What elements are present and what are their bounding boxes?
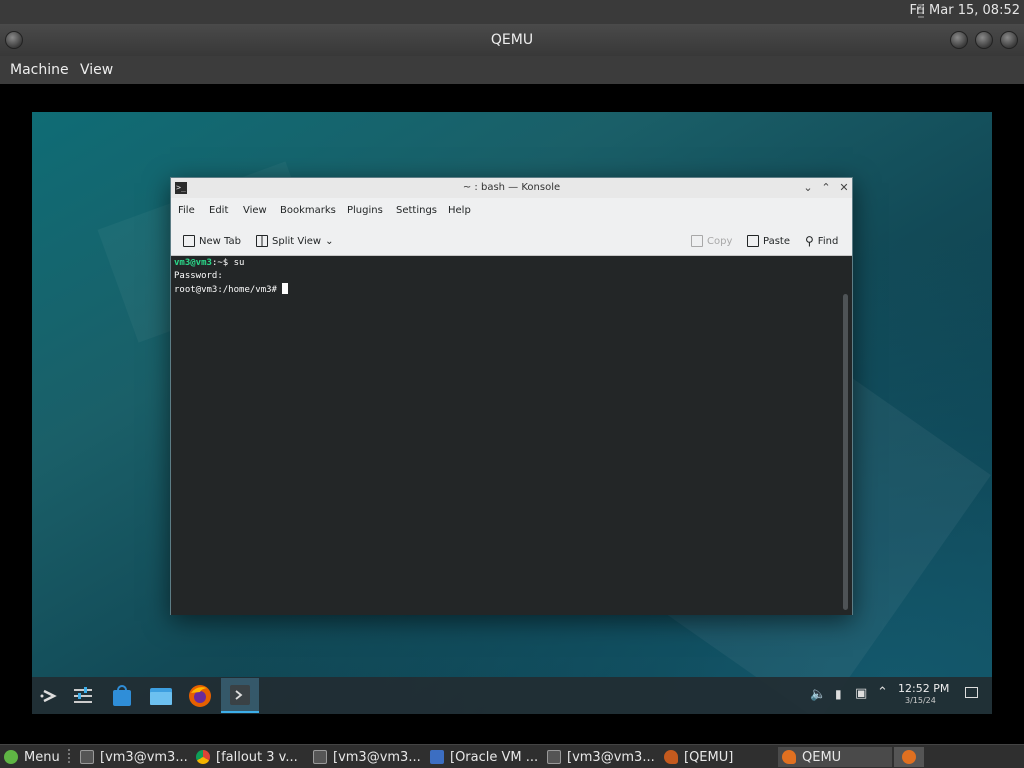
taskbar-item-chrome[interactable]: [fallout 3 v...: [196, 747, 304, 767]
linux-mint-icon: [4, 750, 18, 764]
guest-clock-date[interactable]: 3/15/24: [905, 696, 936, 705]
konsole-minimize-icon[interactable]: ⌄: [801, 180, 815, 196]
konsole-menubar: File Edit View Bookmarks Plugins Setting…: [171, 198, 852, 224]
konsole-task-active[interactable]: [221, 678, 259, 713]
host-taskbar: Menu [vm3@vm3... [fallout 3 v... [vm3@vm…: [0, 744, 1024, 768]
taskbar-item-qemu-active[interactable]: QEMU: [778, 747, 892, 767]
terminal-cursor: [282, 283, 289, 294]
chrome-icon: [196, 750, 210, 764]
taskbar-item-terminal-2[interactable]: [vm3@vm3...: [313, 747, 421, 767]
terminal-icon: [313, 750, 327, 764]
guest-clock-time[interactable]: 12:52 PM: [898, 682, 949, 695]
terminal-line: vm3@vm3:~$ su: [174, 258, 245, 268]
network-icon[interactable]: ▣: [855, 686, 867, 701]
terminal-line: root@vm3:/home/vm3#: [174, 283, 849, 297]
minimize-button[interactable]: [950, 31, 968, 49]
guest-desktop[interactable]: >_ ~ : bash — Konsole ⌄ ⌃ ✕ File Edit Vi…: [32, 112, 992, 714]
qemu-icon: [782, 750, 796, 764]
copy-icon: [691, 235, 703, 247]
tray-qemu[interactable]: [894, 747, 924, 767]
konsole-window[interactable]: >_ ~ : bash — Konsole ⌄ ⌃ ✕ File Edit Vi…: [170, 177, 853, 615]
terminal-area[interactable]: vm3@vm3:~$ su Password: root@vm3:/home/v…: [171, 257, 852, 615]
taskbar-separator: [68, 749, 70, 765]
konsole-titlebar[interactable]: >_ ~ : bash — Konsole ⌄ ⌃ ✕: [171, 178, 852, 198]
taskbar-item-virtualbox[interactable]: [Oracle VM ...: [430, 747, 540, 767]
copy-button[interactable]: Copy: [691, 233, 732, 249]
konsole-close-icon[interactable]: ✕: [837, 180, 851, 196]
tray-expand-icon[interactable]: ⌃: [877, 685, 888, 700]
qemu-tray-icon: [902, 750, 916, 764]
paste-button[interactable]: Paste: [747, 233, 790, 249]
file-manager-icon[interactable]: [148, 683, 174, 709]
chevron-down-icon[interactable]: ⌄: [325, 236, 333, 247]
terminal-scrollbar[interactable]: [843, 294, 848, 610]
find-button[interactable]: ⚲ Find: [805, 233, 838, 249]
terminal-icon: [230, 685, 250, 705]
firefox-icon[interactable]: [187, 683, 213, 709]
menu-edit[interactable]: Edit: [209, 205, 228, 216]
menu-settings[interactable]: Settings: [396, 205, 437, 216]
qemu-icon: [664, 750, 678, 764]
menu-view[interactable]: View: [243, 205, 267, 216]
guest-panel: 🔈 ▮ ▣ ⌃ 12:52 PM 3/15/24: [32, 677, 992, 714]
qemu-titlebar: QEMU: [0, 24, 1024, 56]
terminal-icon: [80, 750, 94, 764]
menu-bookmarks[interactable]: Bookmarks: [280, 205, 336, 216]
close-button[interactable]: [1000, 31, 1018, 49]
taskbar-item-terminal-1[interactable]: [vm3@vm3...: [80, 747, 188, 767]
discover-store-icon[interactable]: [109, 683, 135, 709]
paste-icon: [747, 235, 759, 247]
qemu-menubar: Machine View: [0, 56, 1024, 84]
konsole-maximize-icon[interactable]: ⌃: [819, 180, 833, 196]
konsole-toolbar: New Tab Split View ⌄ Copy Paste ⚲ Find: [171, 224, 852, 256]
device-icon[interactable]: ▮: [835, 687, 842, 701]
start-menu-button[interactable]: Menu: [4, 747, 64, 767]
split-view-button[interactable]: Split View ⌄: [256, 233, 333, 249]
new-tab-button[interactable]: New Tab: [183, 233, 241, 249]
menu-plugins[interactable]: Plugins: [347, 205, 383, 216]
terminal-line: Password:: [174, 271, 223, 281]
split-view-icon: [256, 235, 268, 247]
konsole-title: ~ : bash — Konsole: [462, 182, 561, 193]
qemu-window-title: QEMU: [490, 32, 534, 48]
taskbar-item-qemu-bracket[interactable]: [QEMU]: [664, 747, 768, 767]
menu-machine[interactable]: Machine: [10, 62, 69, 78]
host-clock[interactable]: Fri Mar 15, 08:52: [909, 3, 1020, 18]
system-settings-icon[interactable]: [70, 683, 96, 709]
maximize-button[interactable]: [975, 31, 993, 49]
menu-help[interactable]: Help: [448, 205, 471, 216]
terminal-icon: [547, 750, 561, 764]
show-desktop-icon[interactable]: [965, 687, 978, 698]
new-tab-icon: [183, 235, 195, 247]
menu-file[interactable]: File: [178, 205, 195, 216]
app-launcher-icon[interactable]: [36, 683, 62, 709]
volume-icon[interactable]: 🔈: [810, 687, 826, 702]
host-top-panel: Fri Mar 15, 08:52: [0, 0, 1024, 24]
menu-view[interactable]: View: [80, 62, 113, 78]
search-icon: ⚲: [805, 234, 814, 248]
taskbar-item-terminal-3[interactable]: [vm3@vm3...: [547, 747, 655, 767]
virtualbox-icon: [430, 750, 444, 764]
